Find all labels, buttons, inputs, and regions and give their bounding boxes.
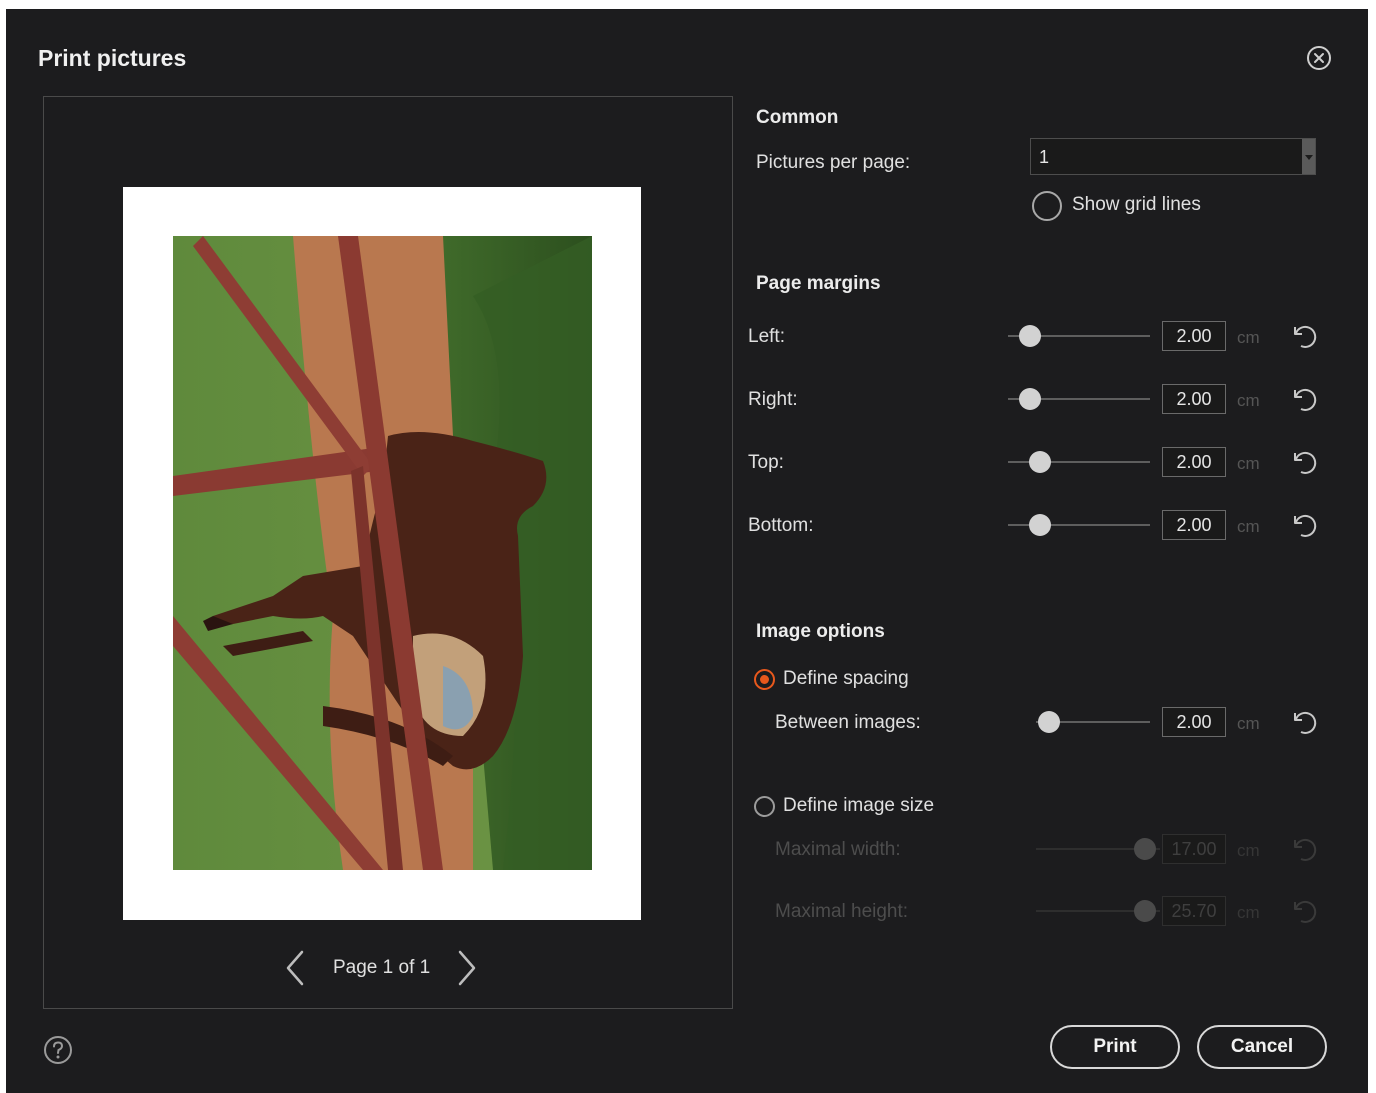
page-indicator: Page 1 of 1 — [333, 957, 431, 978]
define-image-size-radio[interactable] — [754, 796, 775, 817]
maximal-height-unit: cm — [1237, 903, 1260, 922]
maximal-height-input[interactable]: 25.70 — [1162, 896, 1226, 926]
margin-bottom-slider[interactable] — [1008, 513, 1150, 537]
maximal-width-label: Maximal width: — [775, 839, 901, 860]
margin-left-label: Left: — [748, 326, 785, 347]
margin-bottom-input[interactable]: 2.00 — [1162, 510, 1226, 540]
margin-top-unit: cm — [1237, 454, 1260, 473]
maximal-height-slider[interactable] — [1036, 899, 1160, 923]
common-heading: Common — [756, 107, 839, 128]
page-margins-heading: Page margins — [756, 273, 881, 294]
reset-width-undo-icon[interactable] — [1289, 834, 1319, 864]
maximal-height-label: Maximal height: — [775, 901, 909, 922]
define-spacing-label: Define spacing — [783, 668, 909, 689]
reset-spacing-undo-icon[interactable] — [1289, 707, 1319, 737]
radio-selected-dot — [760, 675, 769, 684]
close-icon[interactable] — [1306, 45, 1332, 71]
dialog-title: Print pictures — [38, 45, 187, 71]
slider-thumb[interactable] — [1029, 451, 1051, 473]
define-spacing-radio[interactable] — [754, 669, 775, 690]
print-button[interactable]: Print — [1050, 1025, 1180, 1069]
help-icon[interactable] — [43, 1035, 73, 1065]
pictures-per-page-value: 1 — [1039, 147, 1050, 167]
slider-thumb[interactable] — [1019, 325, 1041, 347]
page-navigator: Page 1 of 1 — [280, 947, 480, 987]
show-grid-lines-label: Show grid lines — [1072, 194, 1201, 215]
margin-left-input[interactable]: 2.00 — [1162, 321, 1226, 351]
maximal-width-input[interactable]: 17.00 — [1162, 834, 1226, 864]
chevron-right-icon[interactable] — [452, 949, 480, 987]
slider-thumb[interactable] — [1019, 388, 1041, 410]
margin-left-slider[interactable] — [1008, 324, 1150, 348]
chevron-left-icon[interactable] — [282, 949, 310, 987]
margin-bottom-unit: cm — [1237, 517, 1260, 536]
reset-left-undo-icon[interactable] — [1289, 321, 1319, 351]
margin-right-label: Right: — [748, 389, 798, 410]
margin-right-unit: cm — [1237, 391, 1260, 410]
slider-thumb[interactable] — [1134, 900, 1156, 922]
reset-bottom-undo-icon[interactable] — [1289, 510, 1319, 540]
pictures-per-page-label: Pictures per page: — [756, 152, 911, 173]
slider-thumb[interactable] — [1134, 838, 1156, 860]
margin-top-label: Top: — [748, 452, 784, 473]
margin-bottom-label: Bottom: — [748, 515, 814, 536]
maximal-width-unit: cm — [1237, 841, 1260, 860]
show-grid-lines-radio[interactable] — [1032, 191, 1062, 221]
slider-thumb[interactable] — [1038, 711, 1060, 733]
dropdown-arrow-icon[interactable] — [1302, 139, 1315, 174]
print-pictures-dialog: Print pictures Page 1 of 1 Common Pictur… — [6, 9, 1368, 1093]
cancel-button[interactable]: Cancel — [1197, 1025, 1327, 1069]
margin-left-unit: cm — [1237, 328, 1260, 347]
margin-right-input[interactable]: 2.00 — [1162, 384, 1226, 414]
margin-right-slider[interactable] — [1008, 387, 1150, 411]
reset-height-undo-icon[interactable] — [1289, 896, 1319, 926]
pictures-per-page-select[interactable]: 1 — [1030, 138, 1316, 175]
between-images-slider[interactable] — [1036, 710, 1150, 734]
margin-top-slider[interactable] — [1008, 450, 1150, 474]
maximal-width-slider[interactable] — [1036, 837, 1160, 861]
slider-thumb[interactable] — [1029, 514, 1051, 536]
reset-top-undo-icon[interactable] — [1289, 447, 1319, 477]
reset-right-undo-icon[interactable] — [1289, 384, 1319, 414]
margin-top-input[interactable]: 2.00 — [1162, 447, 1226, 477]
between-images-label: Between images: — [775, 712, 921, 733]
between-images-unit: cm — [1237, 714, 1260, 733]
between-images-input[interactable]: 2.00 — [1162, 707, 1226, 737]
image-options-heading: Image options — [756, 621, 885, 642]
define-image-size-label: Define image size — [783, 795, 935, 816]
preview-photo-horse — [173, 236, 592, 870]
